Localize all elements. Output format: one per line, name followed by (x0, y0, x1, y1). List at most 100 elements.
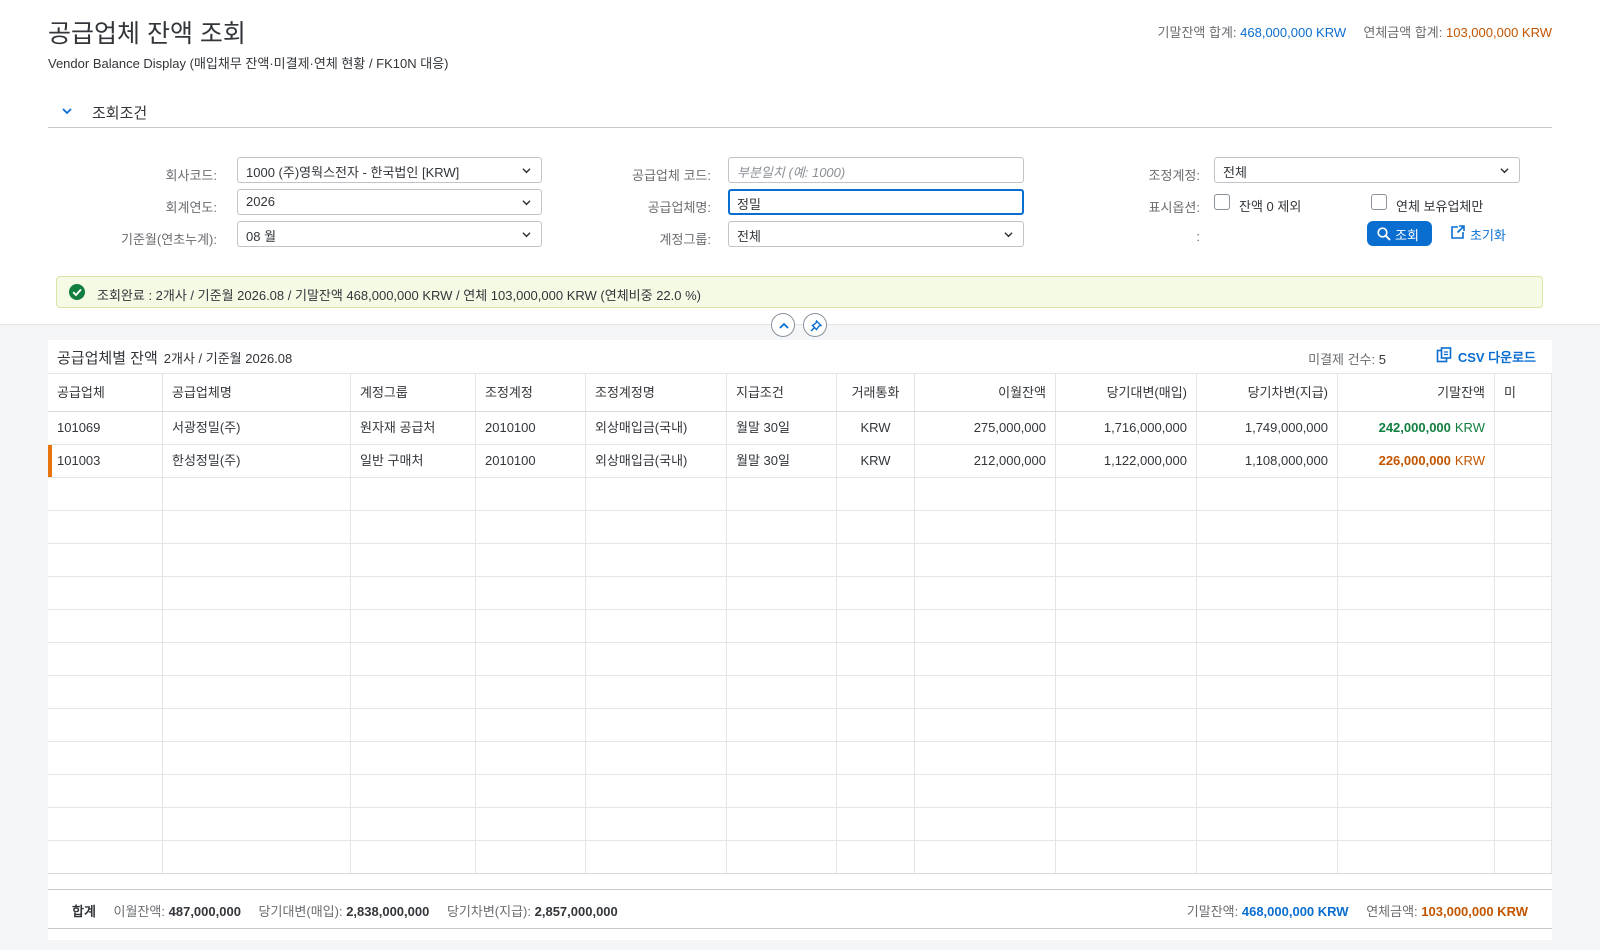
empty-cell (351, 775, 476, 807)
empty-cell (48, 676, 163, 708)
empty-row (48, 709, 1552, 742)
empty-cell (837, 643, 915, 675)
empty-cell (163, 775, 351, 807)
reset-button[interactable]: 초기화 (1450, 225, 1506, 244)
empty-cell (1338, 511, 1495, 543)
empty-cell (1197, 841, 1338, 873)
column-header[interactable]: 조정계정 (476, 374, 586, 411)
empty-cell (1056, 610, 1197, 642)
empty-cell (1495, 577, 1552, 609)
fiscal-year-label: 회계연도: (165, 200, 217, 215)
empty-cell (1056, 808, 1197, 840)
buttons-label: : (1196, 229, 1200, 244)
column-header[interactable]: 거래통화 (837, 374, 915, 411)
cell-group: 일반 구매처 (351, 445, 476, 477)
ending-balance-value: 242,000,000 (1378, 420, 1451, 435)
search-button[interactable]: 조회 (1367, 221, 1432, 246)
exclude-zero-checkbox[interactable] (1214, 194, 1230, 210)
chevron-down-icon (1004, 232, 1013, 238)
empty-cell (1495, 808, 1552, 840)
empty-row (48, 775, 1552, 808)
footer-overdue-label: 연체금액: (1366, 904, 1418, 919)
column-header[interactable]: 미 (1495, 374, 1552, 411)
empty-cell (476, 841, 586, 873)
total-overdue-value: 103,000,000 KRW (1446, 25, 1552, 40)
footer-totals-left: 합계 이월잔액: 487,000,000 당기대변(매입): 2,838,000… (72, 901, 632, 920)
vendor-code-input[interactable]: 부분일치 (예: 1000) (728, 157, 1024, 183)
csv-download-button[interactable]: CSV 다운로드 (1436, 347, 1536, 366)
empty-cell (48, 577, 163, 609)
empty-cell (351, 478, 476, 510)
cell-carry: 275,000,000 (915, 412, 1056, 444)
empty-cell (351, 544, 476, 576)
empty-cell (351, 808, 476, 840)
company-value: 1000 (주)영웍스전자 - 한국법인 [KRW] (246, 165, 460, 180)
empty-cell (586, 544, 727, 576)
column-header[interactable]: 지급조건 (727, 374, 837, 411)
empty-cell (1338, 643, 1495, 675)
empty-cell (163, 511, 351, 543)
column-header[interactable]: 이월잔액 (915, 374, 1056, 411)
column-header[interactable]: 공급업체명 (163, 374, 351, 411)
overdue-only-checkbox[interactable] (1371, 194, 1387, 210)
empty-cell (1197, 511, 1338, 543)
message-text: 조회완료 : 2개사 / 기준월 2026.08 / 기말잔액 468,000,… (97, 288, 701, 303)
table-title-text: 공급업체별 잔액 (57, 350, 158, 367)
overdue-only-label[interactable]: 연체 보유업체만 (1396, 196, 1483, 215)
empty-cell (351, 841, 476, 873)
empty-cell (163, 676, 351, 708)
chevron-down-icon[interactable] (62, 106, 72, 116)
empty-cell (1338, 610, 1495, 642)
table-row[interactable]: 101003 한성정밀(주) 일반 구매처 2010100 외상매입금(국내) 월말 30… (48, 445, 1552, 478)
empty-cell (476, 676, 586, 708)
fiscal-year-select[interactable]: 2026 (237, 189, 542, 215)
exclude-zero-label[interactable]: 잔액 0 제외 (1239, 196, 1301, 215)
cell-name: 서광정밀(주) (163, 412, 351, 444)
column-header[interactable]: 당기차변(지급) (1197, 374, 1338, 411)
empty-cell (915, 478, 1056, 510)
empty-cell (727, 742, 837, 774)
empty-cell (837, 742, 915, 774)
empty-cell (1197, 544, 1338, 576)
empty-cell (586, 643, 727, 675)
empty-cell (915, 577, 1056, 609)
empty-cell (586, 610, 727, 642)
table-header-row: 공급업체 공급업체명 계정그룹 조정계정 조정계정명 지급조건 거래통화 이월잔액 당기대변(매… (48, 374, 1552, 412)
message-strip: 조회완료 : 2개사 / 기준월 2026.08 / 기말잔액 468,000,… (56, 276, 1543, 308)
ending-balance-value: 226,000,000 (1378, 453, 1451, 468)
display-options-label: 표시옵션: (1148, 200, 1200, 215)
empty-cell (586, 478, 727, 510)
pin-header-button[interactable] (803, 313, 827, 337)
empty-row (48, 610, 1552, 643)
recon-select[interactable]: 전체 (1214, 157, 1520, 183)
footer-ending-label: 기말잔액: (1186, 904, 1239, 919)
empty-cell (1495, 676, 1552, 708)
empty-cell (163, 808, 351, 840)
footer-carry-value: 487,000,000 (168, 904, 241, 919)
account-group-select[interactable]: 전체 (728, 221, 1024, 247)
column-header[interactable]: 조정계정명 (586, 374, 727, 411)
company-select[interactable]: 1000 (주)영웍스전자 - 한국법인 [KRW] (237, 157, 542, 183)
cell-debit: 1,108,000,000 (1197, 445, 1338, 477)
empty-cell (1056, 742, 1197, 774)
empty-cell (915, 808, 1056, 840)
vendor-name-input[interactable]: 정밀 (728, 189, 1024, 215)
filter-header[interactable]: 조회조건 (48, 98, 1552, 128)
chevron-up-icon (779, 322, 789, 329)
vendor-name-label: 공급업체명: (647, 200, 711, 215)
empty-cell (727, 709, 837, 741)
column-header[interactable]: 기말잔액 (1338, 374, 1495, 411)
cell-currency: KRW (837, 445, 915, 477)
empty-cell (915, 610, 1056, 642)
column-header[interactable]: 당기대변(매입) (1056, 374, 1197, 411)
period-select[interactable]: 08 월 (237, 221, 542, 247)
column-header[interactable]: 계정그룹 (351, 374, 476, 411)
collapse-header-button[interactable] (771, 313, 795, 337)
chevron-down-icon (522, 200, 531, 206)
table-row[interactable]: 101069 서광정밀(주) 원자재 공급처 2010100 외상매입금(국내) 월말 3… (48, 412, 1552, 445)
empty-cell (915, 544, 1056, 576)
empty-cell (915, 775, 1056, 807)
column-header[interactable]: 공급업체 (48, 374, 163, 411)
cell-currency: KRW (837, 412, 915, 444)
account-group-label: 계정그룹: (659, 232, 711, 247)
